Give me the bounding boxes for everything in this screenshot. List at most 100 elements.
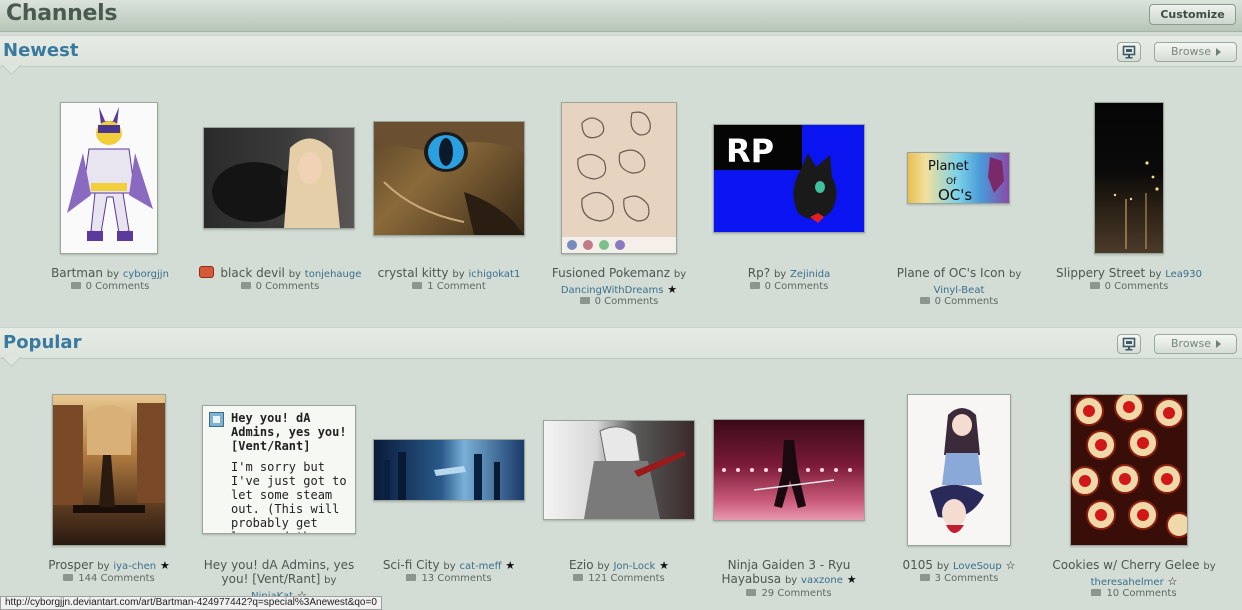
planet-ocs-art: Planet Of OC's (928, 157, 1004, 203)
comment-count: 121 Comments (588, 573, 665, 584)
comments-cookies[interactable]: 10 Comments (1054, 588, 1214, 600)
by-label: by (106, 269, 120, 280)
section-notch (0, 65, 26, 75)
star-icon: ★ (667, 283, 678, 296)
black-devil-photo (212, 138, 340, 228)
journal-preview[interactable]: Hey you! dA Admins, yes you! [Vent/Rant]… (202, 405, 356, 534)
thumbnail-ninja-gaiden[interactable] (713, 419, 865, 521)
section-title[interactable]: Popular (3, 332, 81, 353)
user-link[interactable]: cyborgjjn (123, 269, 169, 280)
customize-button[interactable]: Customize (1149, 4, 1236, 25)
comments-ninja-gaiden[interactable]: 29 Comments (709, 588, 869, 600)
comment-icon (70, 282, 81, 289)
item-title[interactable]: Ezio (569, 558, 594, 572)
bartman-art (67, 107, 153, 241)
item-title[interactable]: black devil (220, 266, 284, 280)
comment-count: 10 Comments (1106, 588, 1177, 599)
journal-excerpt: I'm sorry but I've just got to let some … (231, 460, 347, 533)
monitor-button[interactable] (1117, 334, 1141, 354)
comments-crystal-kitty[interactable]: 1 Comment (369, 281, 529, 293)
by-label: by (324, 575, 337, 586)
top-bar: Channels Customize (0, 0, 1242, 32)
star-outline-icon: ☆ (1005, 559, 1016, 572)
section-title[interactable]: Newest (3, 40, 78, 61)
comments-ezio[interactable]: 121 Comments (539, 573, 699, 585)
thumbnail-planet-ocs[interactable]: Planet Of OC's (907, 152, 1010, 204)
by-label: by (1203, 561, 1216, 572)
thumbnail-0105[interactable] (907, 394, 1011, 546)
thumbnail-rp[interactable]: RP (713, 124, 865, 233)
user-link[interactable]: Vinyl-Beat (934, 285, 985, 296)
comments-sci-fi-city[interactable]: 13 Comments (369, 573, 529, 585)
thumbnail-cookies[interactable] (1070, 394, 1188, 546)
comment-count: 0 Comments (1104, 281, 1169, 292)
star-icon: ★ (159, 559, 170, 572)
comment-icon (240, 282, 251, 289)
browse-label: Browse (1171, 45, 1212, 58)
item-title[interactable]: crystal kitty (378, 266, 449, 280)
comments-black-devil[interactable]: 0 Comments (200, 281, 360, 293)
item-title[interactable]: Sci-fi City (383, 558, 440, 572)
user-link[interactable]: iya-chen (113, 561, 156, 572)
comment-count: 0 Comments (255, 281, 320, 292)
comments-bartman[interactable]: 0 Comments (30, 281, 190, 293)
comment-count: 3 Comments (934, 573, 999, 584)
arrow-right-icon (1216, 340, 1221, 348)
user-link[interactable]: Lea930 (1165, 269, 1202, 280)
monitor-icon (1122, 337, 1136, 351)
user-link[interactable]: LoveSoup (953, 561, 1002, 572)
comment-count: 29 Comments (761, 588, 832, 599)
comments-prosper[interactable]: 144 Comments (29, 573, 189, 585)
sci-fi-city-art (384, 452, 500, 500)
monitor-button[interactable] (1117, 42, 1141, 62)
thumbnail-sci-fi-city[interactable] (373, 439, 525, 501)
caption-crystal-kitty: crystal kitty by ichigokat1 (364, 266, 534, 282)
comments-planet-ocs[interactable]: 0 Comments (879, 296, 1039, 308)
section-header-newest: Newest Browse (0, 35, 1242, 67)
thumbnail-crystal-kitty[interactable] (373, 121, 525, 236)
item-title[interactable]: Fusioned Pokemanz (552, 266, 670, 280)
user-link[interactable]: vaxzone (801, 575, 843, 586)
thumbnail-slippery-street[interactable] (1094, 102, 1164, 254)
user-link[interactable]: Jon-Lock (613, 561, 655, 572)
comment-icon (749, 282, 760, 289)
by-label: by (443, 561, 456, 572)
planet-text-line1: Planet (928, 159, 969, 174)
item-title[interactable]: Bartman (51, 266, 103, 280)
comments-slippery-street[interactable]: 0 Comments (1049, 281, 1209, 293)
user-link[interactable]: theresahelmer (1091, 577, 1164, 588)
comments-rp[interactable]: 0 Comments (709, 281, 869, 293)
comments-0105[interactable]: 3 Comments (879, 573, 1039, 585)
user-link[interactable]: Zejinida (790, 269, 830, 280)
item-title[interactable]: Plane of OC's Icon (897, 266, 1005, 280)
thumbnail-bartman[interactable] (60, 102, 158, 254)
thumbnail-prosper[interactable] (52, 394, 166, 546)
browse-button[interactable]: Browse (1154, 42, 1237, 62)
thumbnail-black-devil[interactable] (203, 127, 355, 229)
item-title[interactable]: Cookies w/ Cherry Gelee (1052, 558, 1199, 572)
comment-count: 0 Comments (934, 296, 999, 307)
caption-planet-ocs: Plane of OC's Icon by Vinyl-Beat (879, 266, 1039, 298)
browse-button[interactable]: Browse (1154, 334, 1237, 354)
ezio-art (584, 426, 686, 519)
star-outline-icon: ☆ (1167, 575, 1178, 588)
caption-cookies: Cookies w/ Cherry Gelee by theresahelmer… (1039, 558, 1229, 590)
monitor-icon (1122, 45, 1136, 59)
rp-art: RP (714, 125, 837, 223)
comments-fusioned-pokemanz[interactable]: 0 Comments (539, 296, 699, 308)
thumbnail-fusioned-pokemanz[interactable] (561, 102, 677, 254)
item-title[interactable]: Slippery Street (1056, 266, 1145, 280)
item-title[interactable]: Prosper (48, 558, 93, 572)
item-title[interactable]: 0105 (903, 558, 934, 572)
thumbnail-ezio[interactable] (543, 420, 695, 520)
comment-count: 0 Comments (594, 296, 659, 307)
user-link[interactable]: cat-meff (460, 561, 502, 572)
user-link[interactable]: ichigokat1 (468, 269, 520, 280)
user-link[interactable]: tonjehauge (305, 269, 362, 280)
by-label: by (288, 269, 301, 280)
caption-ninja-gaiden: Ninja Gaiden 3 - Ryu Hayabusa by vaxzone… (709, 558, 869, 588)
item-title[interactable]: Rp? (748, 266, 770, 280)
comment-icon (579, 297, 590, 304)
user-link[interactable]: DancingWithDreams (561, 285, 664, 296)
caption-bartman: Bartman by cyborgjjn (30, 266, 190, 282)
